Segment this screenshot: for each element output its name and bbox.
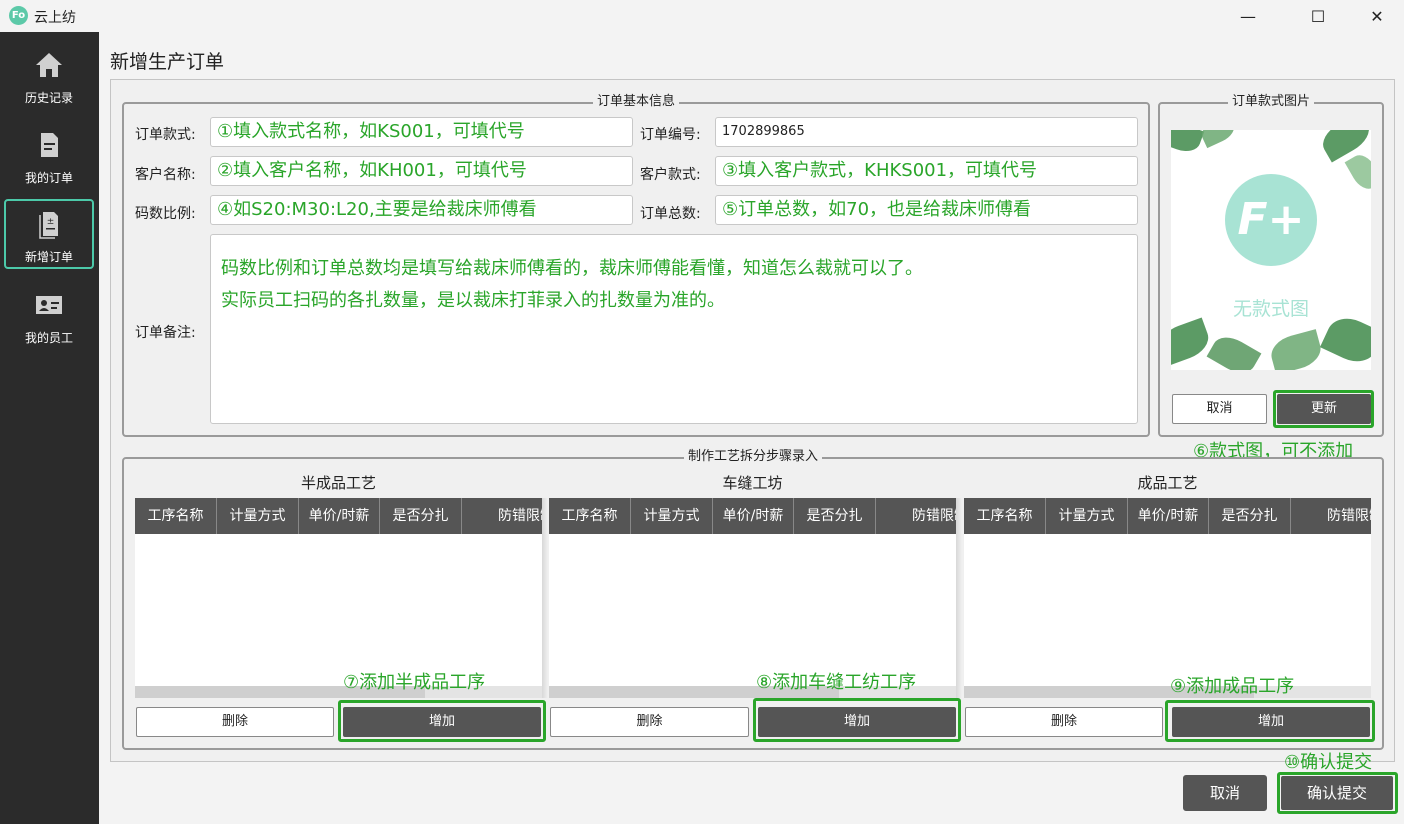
add-document-icon: ±	[39, 212, 58, 239]
style-input[interactable]: ①填入款式名称，如KS001，可填代号	[210, 117, 633, 147]
semi-add-highlight	[338, 700, 546, 742]
sidebar-item-orders[interactable]: 我的订单	[4, 120, 94, 190]
total-input[interactable]: ⑤订单总数，如70，也是给裁床师傅看	[715, 195, 1138, 225]
semi-delete-button[interactable]: 删除	[136, 707, 334, 737]
total-label: 订单总数:	[640, 206, 701, 222]
order-no-label: 订单编号:	[640, 127, 701, 143]
leaf-decoration	[1344, 150, 1371, 194]
style-image-group-title: 订单款式图片	[1227, 94, 1314, 109]
table-divider	[542, 498, 548, 698]
sewing-add-annotation: ⑧添加车缝工纺工序	[756, 672, 917, 693]
remark-line-1: 码数比例和订单总数均是填写给裁床师傅看的，裁床师傅能看懂，知道怎么裁就可以了。	[221, 258, 923, 279]
horizontal-scrollbar[interactable]	[964, 686, 1371, 698]
remark-line-2: 实际员工扫码的各扎数量，是以裁床打菲录入的扎数量为准的。	[221, 290, 725, 311]
col-header[interactable]: 单价/时薪	[299, 498, 380, 534]
semi-finished-title: 半成品工艺	[300, 474, 376, 492]
leaf-decoration	[1197, 130, 1239, 149]
sidebar-item-label: 我的员工	[24, 331, 73, 345]
col-header[interactable]: 是否分扎	[794, 498, 876, 534]
col-header[interactable]: 防错限制	[1291, 498, 1371, 534]
sidebar-item-label: 我的订单	[24, 171, 73, 185]
style-label: 订单款式:	[135, 127, 196, 143]
col-header[interactable]: 计量方式	[217, 498, 299, 534]
customer-input[interactable]: ②填入客户名称，如KH001，可填代号	[210, 156, 633, 186]
table-header: 工序名称 计量方式 单价/时薪 是否分扎 防错限制	[964, 498, 1371, 534]
submit-highlight	[1277, 772, 1398, 814]
sidebar-item-label: 新增订单	[24, 250, 73, 264]
sidebar-item-history[interactable]: 历史记录	[4, 40, 94, 110]
col-header[interactable]: 单价/时薪	[1128, 498, 1209, 534]
update-highlight	[1273, 390, 1374, 428]
col-header[interactable]: 是否分扎	[380, 498, 462, 534]
svg-text:±: ±	[47, 217, 55, 227]
col-header[interactable]: 工序名称	[549, 498, 631, 534]
submit-annotation: ⑩确认提交	[1284, 752, 1373, 773]
col-header[interactable]: 单价/时薪	[713, 498, 794, 534]
leaf-decoration	[1171, 130, 1205, 157]
image-cancel-button[interactable]: 取消	[1172, 394, 1267, 424]
col-header[interactable]: 计量方式	[1046, 498, 1128, 534]
close-button[interactable]: ✕	[1354, 0, 1400, 32]
table-header: 工序名称 计量方式 单价/时薪 是否分扎 防错限制	[549, 498, 956, 534]
remark-textarea[interactable]: 码数比例和订单总数均是填写给裁床师傅看的，裁床师傅能看懂，知道怎么裁就可以了。 …	[210, 234, 1138, 424]
home-icon	[36, 53, 62, 77]
sidebar: 历史记录 我的订单 ± 新增订单 我的员工	[0, 32, 99, 824]
finished-add-highlight	[1165, 700, 1375, 742]
minimize-button[interactable]: —	[1225, 0, 1271, 32]
semi-add-annotation: ⑦添加半成品工序	[343, 672, 486, 693]
col-header[interactable]: 工序名称	[135, 498, 217, 534]
leaf-decoration	[1206, 330, 1262, 370]
col-header[interactable]: 计量方式	[631, 498, 713, 534]
customer-style-label: 客户款式:	[640, 167, 701, 183]
customer-style-input[interactable]: ③填入客户款式，KHKS001，可填代号	[715, 156, 1138, 186]
sidebar-item-new-order[interactable]: ± 新增订单	[4, 199, 94, 269]
process-group-title: 制作工艺拆分步骤录入	[683, 449, 822, 464]
sidebar-item-staff[interactable]: 我的员工	[4, 280, 94, 350]
order-no-input[interactable]: 1702899865	[715, 117, 1138, 147]
finished-delete-button[interactable]: 删除	[965, 707, 1163, 737]
leaf-decoration	[1171, 317, 1214, 367]
size-ratio-input[interactable]: ④如S20:M30:L20,主要是给裁床师傅看	[210, 195, 633, 225]
app-logo-icon: Fo	[9, 6, 28, 25]
page-title: 新增生产订单	[110, 51, 225, 73]
table-header: 工序名称 计量方式 单价/时薪 是否分扎 防错限制	[135, 498, 542, 534]
col-header[interactable]: 是否分扎	[1209, 498, 1291, 534]
finished-title: 成品工艺	[1137, 474, 1198, 492]
style-image-placeholder[interactable]: F+ 无款式图	[1171, 130, 1371, 370]
id-card-icon	[36, 296, 62, 314]
title-bar: Fo 云上纺 — ☐ ✕	[0, 0, 1404, 32]
customer-label: 客户名称:	[135, 167, 196, 183]
sidebar-item-label: 历史记录	[24, 91, 73, 105]
app-title: 云上纺	[34, 10, 76, 26]
brand-logo-icon: F+	[1225, 174, 1317, 266]
finished-add-annotation: ⑨添加成品工序	[1170, 676, 1295, 697]
document-icon	[41, 133, 58, 157]
size-ratio-label: 码数比例:	[135, 206, 196, 222]
no-image-text: 无款式图	[1232, 298, 1309, 320]
col-header[interactable]: 防错限制	[462, 498, 542, 534]
col-header[interactable]: 工序名称	[964, 498, 1046, 534]
remark-label: 订单备注:	[135, 325, 196, 341]
col-header[interactable]: 防错限制	[876, 498, 956, 534]
leaf-decoration	[1267, 329, 1325, 370]
sewing-title: 车缝工坊	[722, 474, 783, 492]
maximize-button[interactable]: ☐	[1295, 0, 1341, 32]
sewing-add-highlight	[753, 698, 961, 742]
basic-info-group-title: 订单基本信息	[592, 94, 679, 109]
sewing-delete-button[interactable]: 删除	[550, 707, 749, 737]
cancel-button[interactable]: 取消	[1183, 775, 1267, 811]
finished-table[interactable]: 工序名称 计量方式 单价/时薪 是否分扎 防错限制	[964, 498, 1371, 698]
table-divider	[956, 498, 962, 698]
